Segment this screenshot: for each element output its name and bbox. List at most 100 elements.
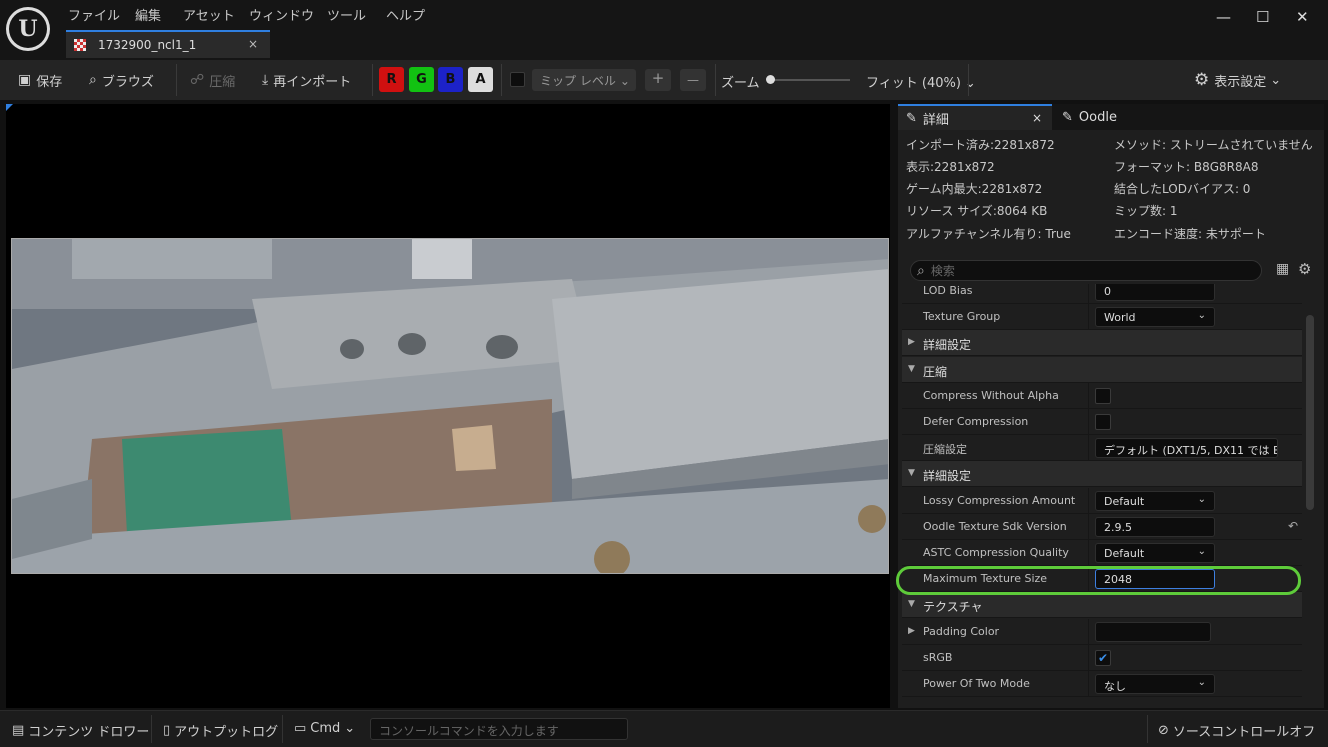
highlight-annotation [896, 566, 1301, 595]
search-placeholder: 検索 [930, 264, 955, 278]
tab-details[interactable]: ✎ 詳細 × [898, 104, 1052, 130]
checkbox[interactable] [1095, 414, 1111, 430]
source-control-button[interactable]: ⊘ ソースコントロールオフ [1158, 721, 1315, 740]
maximize-button[interactable]: ☐ [1256, 8, 1269, 26]
category-row[interactable]: ▼ 圧縮 [902, 356, 1302, 383]
property-row[interactable]: Lossy Compression Amount Default ⌄ [902, 487, 1302, 514]
collapsed-arrow-icon[interactable]: ▶ [908, 337, 915, 347]
property-row[interactable]: Compress Without Alpha [902, 382, 1302, 409]
output-log-label: アウトプットログ [174, 725, 279, 740]
channel-a-toggle[interactable]: A [468, 67, 493, 92]
no-entry-icon: ⊘ [1158, 723, 1169, 738]
property-row[interactable]: Defer Compression [902, 409, 1302, 435]
mip-checkbox[interactable] [510, 72, 525, 87]
property-row[interactable]: 圧縮設定 デフォルト (DXT1/5, DX11 では E ⌄ [902, 435, 1302, 462]
close-button[interactable]: ✕ [1296, 8, 1309, 26]
chevron-down-icon: ⌄ [1197, 677, 1206, 688]
property-row[interactable]: ASTC Compression Quality Default ⌄ [902, 540, 1302, 566]
save-label: 保存 [36, 74, 63, 90]
menu-edit[interactable]: 編集 [135, 5, 161, 24]
view-settings-button[interactable]: ⚙ 表示設定 ⌄ [1194, 69, 1281, 91]
browse-button[interactable]: ⌕ ブラウズ [89, 69, 154, 91]
chevron-down-icon: ⌄ [1197, 493, 1206, 505]
property-label: LOD Bias [923, 284, 973, 297]
field-value: なし [1104, 680, 1126, 693]
mip-plus-button[interactable]: + [645, 69, 671, 91]
property-row[interactable]: ▶ Padding Color [902, 618, 1302, 645]
property-row[interactable]: Oodle Texture Sdk Version 2.9.5 ↶ [902, 513, 1302, 540]
property-row[interactable]: Power Of Two Mode なし ⌄ [902, 671, 1302, 697]
separator [501, 64, 502, 96]
details-tab-bar: ✎ 詳細 × ✎ Oodle [898, 104, 1324, 130]
tab-close-icon[interactable]: × [1032, 111, 1042, 125]
collapsed-arrow-icon[interactable]: ▶ [908, 626, 915, 636]
category-row[interactable]: ▼ テクスチャ [902, 592, 1302, 619]
channel-r-toggle[interactable]: R [379, 67, 404, 92]
output-log-button[interactable]: ▯ アウトプットログ [163, 721, 278, 740]
tab-details-label: 詳細 [922, 112, 949, 128]
unreal-logo[interactable]: U [6, 7, 50, 51]
search-input[interactable]: ⌕ 検索 [910, 260, 1262, 281]
property-row[interactable]: LOD Bias 0 [902, 284, 1302, 304]
color-swatch[interactable] [1095, 621, 1211, 642]
checkbox[interactable]: ✔ [1095, 649, 1111, 666]
bottom-bar: ▤ コンテンツ ドロワー ▯ アウトプットログ ▭ Cmd ⌄ コンソールコマンドを入力… [0, 710, 1328, 747]
property-label: ASTC Compression Quality [923, 546, 1069, 559]
tab-oodle[interactable]: ✎ Oodle [1062, 104, 1117, 130]
combo-box[interactable]: World ⌄ [1095, 307, 1215, 328]
expanded-arrow-icon[interactable]: ▼ [908, 599, 915, 609]
console-command-input[interactable]: コンソールコマンドを入力します [370, 718, 628, 740]
minimize-button[interactable]: — [1216, 8, 1231, 26]
channel-b-toggle[interactable]: B [438, 67, 463, 92]
property-label: sRGB [923, 650, 953, 664]
reset-to-default-icon[interactable]: ↶ [1288, 519, 1298, 533]
gear-icon[interactable]: ⚙ [1298, 260, 1311, 278]
column-divider [1088, 618, 1089, 645]
expanded-arrow-icon[interactable]: ▼ [908, 468, 915, 478]
channel-g-toggle[interactable]: G [409, 67, 434, 92]
cmd-dropdown[interactable]: ▭ Cmd ⌄ [294, 721, 355, 736]
column-divider [1088, 513, 1089, 540]
cmd-label: Cmd [310, 721, 341, 736]
expanded-arrow-icon[interactable]: ▼ [908, 364, 915, 374]
category-row[interactable]: ▶ 詳細設定 [902, 330, 1302, 357]
zoom-slider[interactable] [770, 79, 850, 81]
zoom-dropdown[interactable]: フィット (40%) ⌄ [866, 72, 976, 91]
menu-help[interactable]: ヘルプ [386, 5, 425, 24]
menu-asset[interactable]: アセット [183, 5, 235, 24]
combo-box[interactable]: なし ⌄ [1095, 674, 1215, 694]
property-row[interactable]: Texture Group World ⌄ [902, 304, 1302, 331]
reimport-button[interactable]: ⤓ 再インポート [262, 69, 351, 91]
asset-tab[interactable]: 1732900_ncl1_1 × [66, 30, 270, 58]
chevron-down-icon: ⌄ [1260, 441, 1269, 453]
tab-close-icon[interactable]: × [248, 37, 258, 51]
details-scrollbar[interactable] [1306, 315, 1314, 510]
checkbox[interactable] [1095, 387, 1111, 404]
text-field[interactable]: 0 [1095, 284, 1215, 301]
separator [715, 64, 716, 96]
category-row[interactable]: ▼ 詳細設定 [902, 461, 1302, 488]
category-label: 圧縮 [923, 364, 948, 379]
info-right-2: 結合したLODバイアス: 0 [1114, 182, 1251, 196]
property-row[interactable]: sRGB ✔ [902, 644, 1302, 671]
field-value: Default [1104, 494, 1145, 508]
property-label: Compress Without Alpha [923, 388, 1059, 402]
column-divider [1088, 304, 1089, 331]
zoom-slider-handle[interactable] [766, 75, 775, 84]
content-drawer-button[interactable]: ▤ コンテンツ ドロワー [12, 721, 149, 740]
combo-box[interactable]: Default ⌄ [1095, 490, 1215, 511]
content-drawer-label: コンテンツ ドロワー [28, 725, 150, 740]
menu-tools[interactable]: ツール [327, 5, 366, 24]
save-button[interactable]: ▣ 保存 [18, 69, 62, 91]
compress-button[interactable]: ☍ 圧縮 [190, 69, 235, 91]
mip-level-dropdown[interactable]: ミップ レベル ⌄ [532, 69, 636, 91]
text-field[interactable]: 2.9.5 [1095, 516, 1215, 537]
property-list: LOD Bias 0 Texture Group World ⌄ ▶ 詳細設定 ▼ 圧縮 Comp… [902, 284, 1306, 708]
menu-window[interactable]: ウィンドウ [249, 5, 314, 24]
menu-file[interactable]: ファイル [68, 5, 120, 24]
combo-box[interactable]: Default ⌄ [1095, 543, 1215, 563]
combo-box[interactable]: デフォルト (DXT1/5, DX11 では E ⌄ [1095, 438, 1278, 459]
search-icon: ⌕ [917, 262, 925, 279]
table-view-icon[interactable]: ▦ [1276, 261, 1289, 277]
mip-minus-button[interactable]: — [680, 69, 706, 91]
